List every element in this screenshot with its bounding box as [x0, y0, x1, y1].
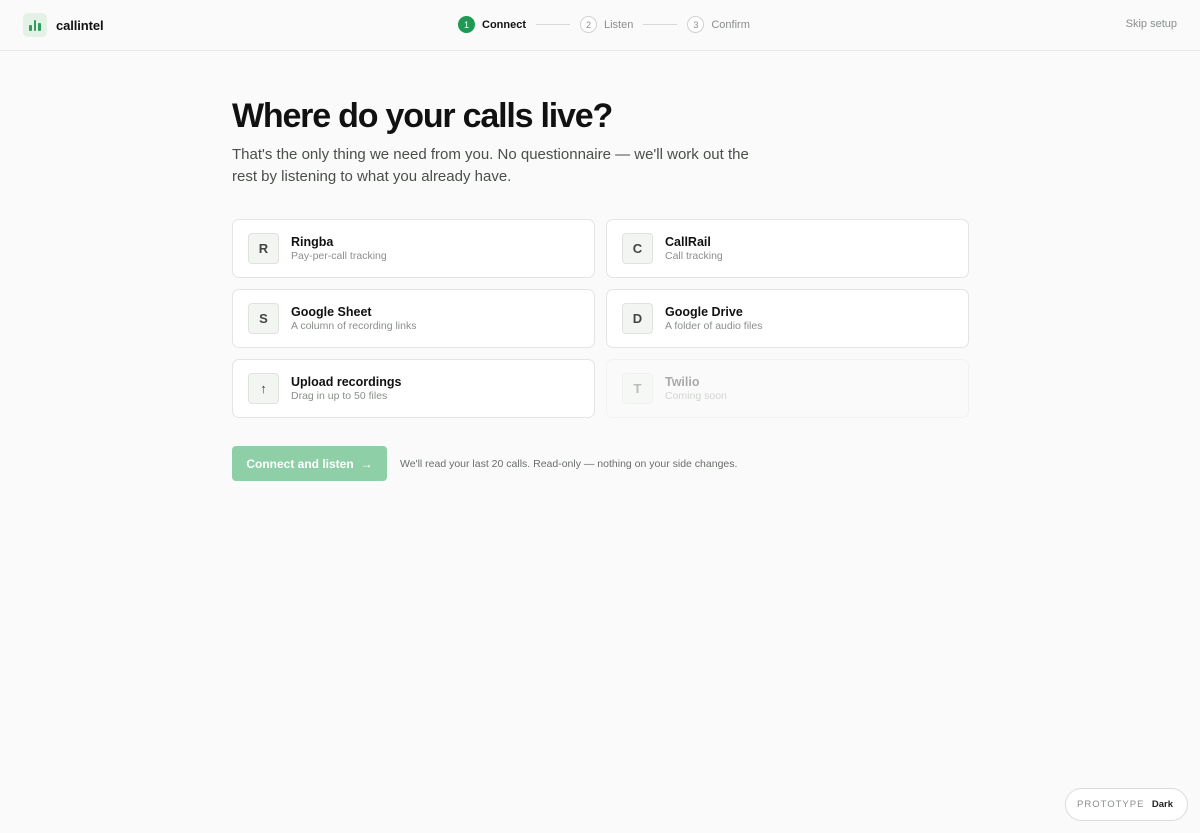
- source-card-callrail[interactable]: C CallRail Call tracking: [606, 219, 969, 278]
- action-row: Connect and listen → We'll read your las…: [232, 446, 737, 481]
- source-description: Coming soon: [665, 389, 727, 402]
- ringba-badge-icon: R: [248, 233, 279, 264]
- google-drive-badge-icon: D: [622, 303, 653, 334]
- google-sheet-badge-icon: S: [248, 303, 279, 334]
- step-label: Confirm: [711, 18, 750, 31]
- bar-chart-icon: [23, 13, 47, 37]
- step-number: 1: [458, 16, 475, 33]
- theme-toggle[interactable]: PROTOTYPE Dark: [1065, 788, 1188, 821]
- skip-setup-link[interactable]: Skip setup: [1126, 18, 1177, 30]
- prototype-label: PROTOTYPE: [1077, 799, 1145, 810]
- step-connector: [643, 24, 678, 25]
- upload-arrow-icon: ↑: [248, 373, 279, 404]
- brand-name: callintel: [56, 17, 104, 33]
- source-card-google-sheet[interactable]: S Google Sheet A column of recording lin…: [232, 289, 595, 348]
- source-card-ringba[interactable]: R Ringba Pay-per-call tracking: [232, 219, 595, 278]
- source-title: CallRail: [665, 234, 711, 249]
- step-connect: 1 Connect: [458, 16, 526, 33]
- source-title: Ringba: [291, 234, 334, 249]
- source-description: A column of recording links: [291, 319, 417, 332]
- page-subtitle: That's the only thing we need from you. …: [232, 146, 749, 185]
- step-listen: 2 Listen: [580, 16, 633, 33]
- source-title: Google Drive: [665, 304, 743, 319]
- top-bar: callintel 1 Connect 2 Listen 3 Confirm S…: [0, 0, 1200, 51]
- source-card-google-drive[interactable]: D Google Drive A folder of audio files: [606, 289, 969, 348]
- setup-stepper: 1 Connect 2 Listen 3 Confirm: [458, 16, 750, 33]
- page-title: Where do your calls live?: [232, 97, 613, 135]
- step-confirm: 3 Confirm: [687, 16, 750, 33]
- source-description: A folder of audio files: [665, 319, 763, 332]
- source-card-upload[interactable]: ↑ Upload recordings Drag in up to 50 fil…: [232, 359, 595, 418]
- callrail-badge-icon: C: [622, 233, 653, 264]
- source-grid: R Ringba Pay-per-call tracking C CallRai…: [232, 219, 969, 418]
- source-title: Twilio: [665, 374, 700, 389]
- source-description: Pay-per-call tracking: [291, 249, 387, 262]
- step-connector: [536, 24, 570, 25]
- step-label: Listen: [604, 18, 634, 31]
- brand[interactable]: callintel: [23, 13, 104, 37]
- source-title: Upload recordings: [291, 374, 402, 389]
- main-content: Where do your calls live? That's the onl…: [232, 96, 972, 481]
- twilio-badge-icon: T: [622, 373, 653, 404]
- dark-mode-option[interactable]: Dark: [1152, 799, 1173, 810]
- source-card-twilio: T Twilio Coming soon: [606, 359, 969, 418]
- step-label: Connect: [482, 18, 526, 31]
- source-title: Google Sheet: [291, 304, 372, 319]
- arrow-right-icon: →: [360, 456, 373, 471]
- source-description: Drag in up to 50 files: [291, 389, 388, 402]
- source-description: Call tracking: [665, 249, 723, 262]
- button-label: Connect and listen: [246, 456, 354, 471]
- step-number: 3: [687, 16, 705, 33]
- read-only-hint: We'll read your last 20 calls. Read-only…: [400, 457, 738, 470]
- connect-and-listen-button[interactable]: Connect and listen →: [232, 446, 387, 481]
- step-number: 2: [580, 16, 597, 33]
